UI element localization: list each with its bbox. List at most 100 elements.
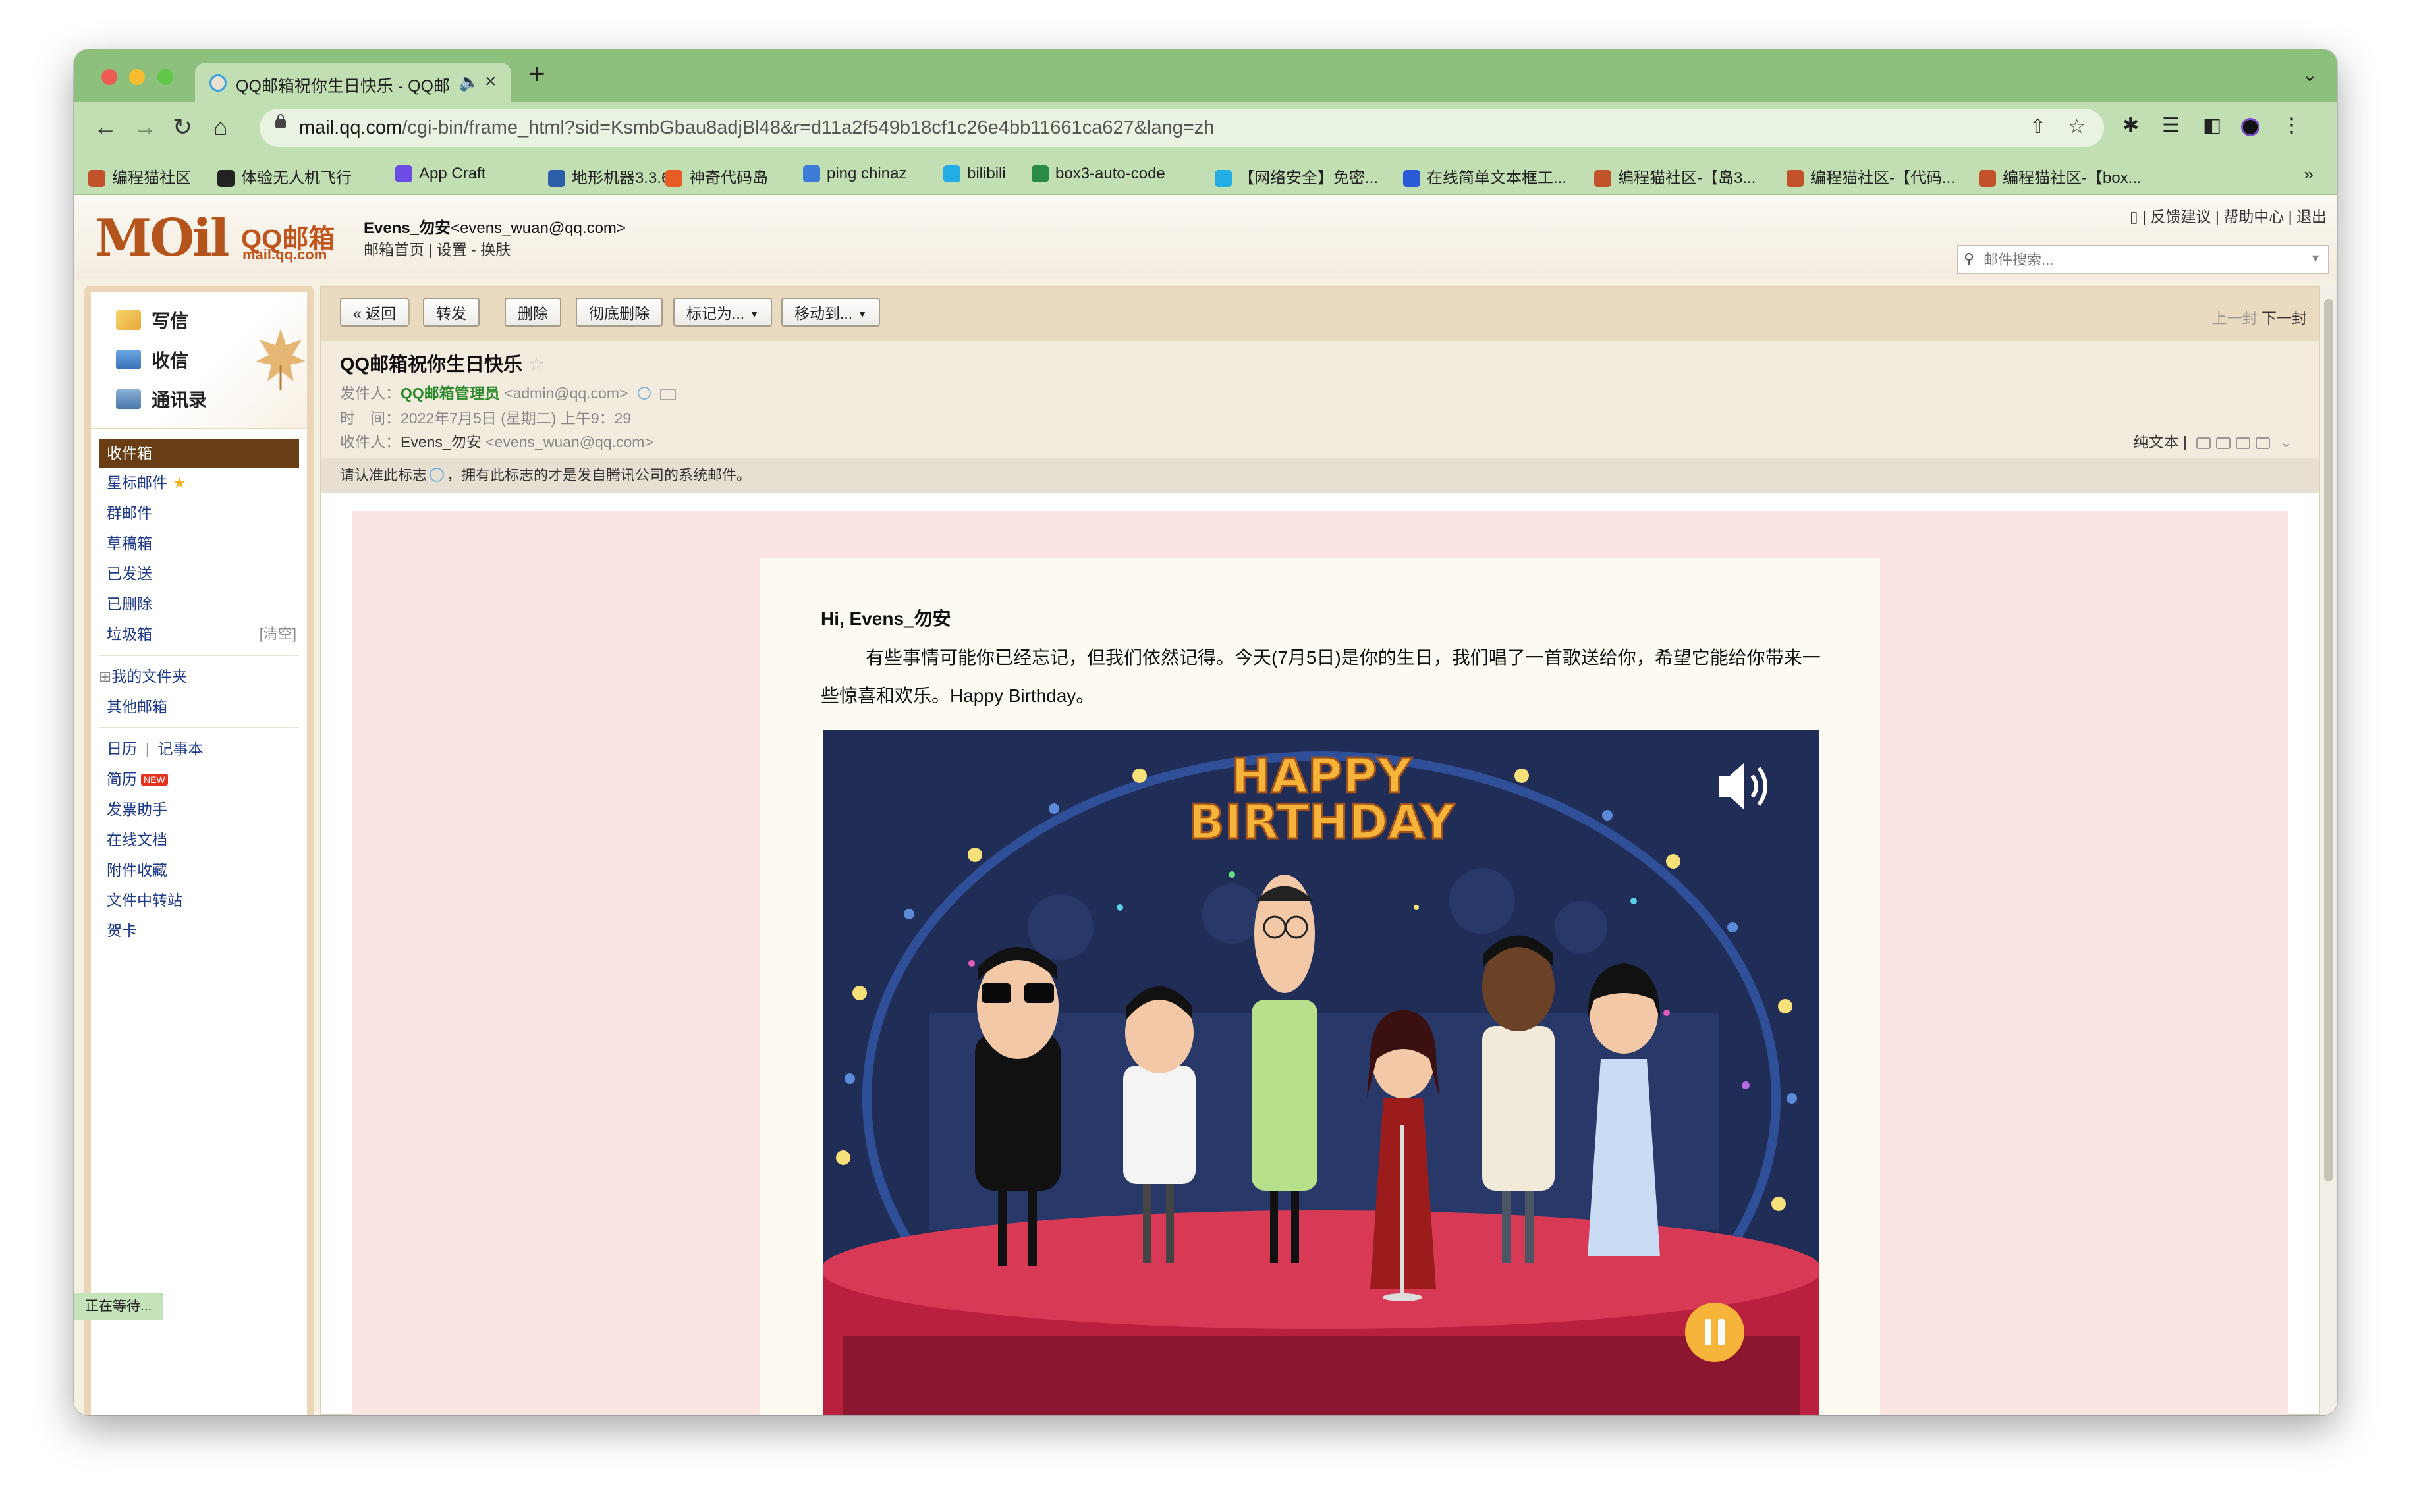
bookmark-item[interactable]: box3-auto-code bbox=[1032, 165, 1165, 183]
sender-name[interactable]: QQ邮箱管理员 bbox=[401, 385, 500, 402]
reply-quick-icon[interactable] bbox=[2216, 437, 2231, 449]
home-icon[interactable]: ⌂ bbox=[213, 115, 228, 139]
tab-search-chevron-icon[interactable]: ⌄ bbox=[2302, 64, 2317, 86]
bookmark-item[interactable]: bilibili bbox=[943, 165, 1006, 183]
close-window-button[interactable] bbox=[101, 69, 117, 85]
mail-search-input[interactable] bbox=[1982, 250, 2294, 270]
more-chevron-icon[interactable]: ⌄ bbox=[2280, 433, 2292, 450]
address-bar[interactable]: mail.qq.com/cgi-bin/frame_html?sid=KsmbG… bbox=[260, 109, 2104, 147]
bookmark-item[interactable]: 体验无人机飞行 bbox=[217, 165, 352, 188]
close-tab-icon[interactable]: × bbox=[485, 70, 497, 93]
feedback-link[interactable]: 反馈建议 bbox=[2150, 208, 2211, 225]
search-dropdown-icon[interactable]: ▼ bbox=[2310, 252, 2321, 265]
bookmark-item[interactable]: 地形机器3.3.6 bbox=[548, 165, 670, 188]
audio-playing-icon[interactable]: 🔈 bbox=[458, 72, 480, 92]
back-button[interactable]: « 返回 bbox=[340, 298, 410, 327]
bookmark-item[interactable]: 编程猫社区-【岛3... bbox=[1594, 165, 1756, 188]
bookmark-star-icon[interactable]: ☆ bbox=[2068, 115, 2086, 138]
search-icon: ⚲ bbox=[1964, 250, 1975, 267]
new-tab-button[interactable]: + bbox=[528, 60, 545, 89]
mailbox-home-link[interactable]: 邮箱首页 bbox=[364, 241, 424, 258]
bookmark-item[interactable]: 编程猫社区-【代码... bbox=[1787, 165, 1955, 188]
print-icon[interactable] bbox=[2256, 437, 2271, 449]
folder-label: 星标邮件 bbox=[107, 474, 167, 491]
more-bookmarks-icon[interactable]: » bbox=[2304, 164, 2314, 184]
minimize-window-button[interactable] bbox=[129, 69, 146, 85]
calendar-link[interactable]: 日历 bbox=[107, 740, 137, 757]
bookmark-item[interactable]: 编程猫社区 bbox=[88, 165, 191, 188]
scrollbar-thumb[interactable] bbox=[2324, 299, 2333, 1181]
folder-label: 我的文件夹 bbox=[111, 668, 188, 685]
media-control-icon[interactable]: ☰ bbox=[2162, 114, 2180, 137]
url-text[interactable]: mail.qq.com/cgi-bin/frame_html?sid=KsmbG… bbox=[299, 117, 1214, 139]
new-window-icon[interactable] bbox=[2196, 437, 2211, 449]
back-icon[interactable]: ← bbox=[94, 115, 117, 139]
pause-icon bbox=[1685, 1303, 1744, 1362]
lock-icon[interactable] bbox=[275, 114, 286, 128]
forward-mail-button[interactable]: 转发 bbox=[423, 298, 480, 327]
bookmark-item[interactable]: App Craft bbox=[395, 165, 485, 183]
bookmark-item[interactable]: 【网络安全】免密... bbox=[1215, 165, 1378, 188]
profile-avatar[interactable] bbox=[2241, 118, 2259, 136]
folder-item[interactable]: ⊞我的文件夹 bbox=[91, 661, 307, 691]
bookmark-item[interactable]: 在线简单文本框工... bbox=[1403, 165, 1566, 188]
time-row: 时 间：2022年7月5日 (星期二) 上午9：29 bbox=[340, 406, 631, 428]
side-panel-icon[interactable]: ◧ bbox=[2203, 114, 2221, 137]
star-icon[interactable]: ☆ bbox=[528, 354, 545, 375]
browser-tab[interactable]: QQ邮箱祝你生日快乐 - QQ邮 🔈 × bbox=[195, 63, 511, 102]
folder-item[interactable]: 群邮件 bbox=[91, 498, 307, 528]
notes-link[interactable]: 记事本 bbox=[158, 740, 204, 757]
folder-item[interactable]: 已删除 bbox=[91, 589, 307, 619]
expand-toggle-icon[interactable]: ⊞ bbox=[99, 668, 111, 685]
delete-button[interactable]: 删除 bbox=[505, 298, 561, 327]
share-icon[interactable]: ⇧ bbox=[2030, 115, 2046, 138]
settings-link[interactable]: 设置 bbox=[437, 241, 467, 258]
delete-forever-button[interactable]: 彻底删除 bbox=[576, 298, 663, 327]
folder-item[interactable]: 星标邮件 ★ bbox=[91, 468, 307, 498]
folder-item[interactable]: 垃圾箱 [清空] bbox=[91, 619, 307, 649]
bookmark-item[interactable]: 编程猫社区-【box... bbox=[1979, 165, 2142, 188]
compose-button[interactable]: 写信 bbox=[116, 307, 188, 333]
tab-bar: QQ邮箱祝你生日快乐 - QQ邮 🔈 × + ⌄ bbox=[74, 49, 2337, 102]
bookmark-label: 地形机器3.3.6 bbox=[572, 169, 671, 187]
forward-icon[interactable]: → bbox=[133, 115, 157, 139]
contact-card-icon[interactable] bbox=[660, 389, 677, 400]
birthday-video[interactable]: HAPPY BIRTHDAY bbox=[823, 730, 1819, 1415]
folder-item[interactable]: 贺卡 bbox=[91, 915, 307, 946]
help-center-link[interactable]: 帮助中心 bbox=[2223, 208, 2284, 225]
folder-item[interactable]: 文件中转站 bbox=[91, 885, 307, 915]
move-to-dropdown[interactable]: 移动到... ▼ bbox=[781, 298, 881, 327]
folder-item[interactable]: 简历 NEW bbox=[91, 764, 307, 794]
bookmark-label: 编程猫社区-【代码... bbox=[1810, 169, 1955, 187]
folder-item[interactable]: 其他邮箱 bbox=[91, 691, 307, 722]
plain-text-link[interactable]: 纯文本 bbox=[2134, 433, 2179, 450]
folder-item[interactable]: 在线文档 bbox=[91, 824, 307, 855]
mail-subject: QQ邮箱祝你生日快乐 ☆ bbox=[340, 349, 545, 377]
logout-link[interactable]: 退出 bbox=[2296, 208, 2327, 225]
folder-item[interactable]: 收件箱 bbox=[99, 439, 299, 468]
browser-window: QQ邮箱祝你生日快乐 - QQ邮 🔈 × + ⌄ ← → ↻ ⌂ mail.qq… bbox=[74, 49, 2337, 1415]
folder-item[interactable]: 发票助手 bbox=[91, 794, 307, 824]
recipient-name[interactable]: Evens_勿安 bbox=[401, 433, 482, 450]
change-skin-link[interactable]: 换肤 bbox=[480, 241, 511, 258]
qq-mail-logo[interactable]: MOil QQ邮箱 mail.qq.com bbox=[95, 212, 335, 265]
contacts-button[interactable]: 通讯录 bbox=[116, 386, 207, 412]
reload-icon[interactable]: ↻ bbox=[173, 115, 192, 139]
next-mail-link[interactable]: 下一封 bbox=[2261, 310, 2307, 327]
save-icon[interactable] bbox=[2236, 437, 2251, 449]
page-scrollbar[interactable] bbox=[2320, 286, 2337, 1415]
mobile-icon[interactable]: ▯ bbox=[2130, 208, 2138, 225]
folder-item[interactable]: 已发送 bbox=[91, 558, 307, 589]
extensions-puzzle-icon[interactable]: ✱ bbox=[2122, 114, 2139, 137]
more-menu-icon[interactable]: ⋮ bbox=[2282, 114, 2302, 137]
empty-trash-link[interactable]: [清空] bbox=[260, 619, 296, 649]
mark-as-dropdown[interactable]: 标记为... ▼ bbox=[673, 298, 773, 327]
bookmark-item[interactable]: ping chinaz bbox=[803, 165, 906, 183]
prev-mail-link[interactable]: 上一封 bbox=[2212, 310, 2258, 327]
bookmark-favicon-icon bbox=[548, 170, 565, 187]
bookmark-item[interactable]: 神奇代码岛 bbox=[665, 165, 768, 188]
folder-item[interactable]: 附件收藏 bbox=[91, 855, 307, 885]
zoom-window-button[interactable] bbox=[157, 69, 173, 85]
folder-item[interactable]: 草稿箱 bbox=[91, 528, 307, 558]
receive-button[interactable]: 收信 bbox=[116, 346, 188, 373]
